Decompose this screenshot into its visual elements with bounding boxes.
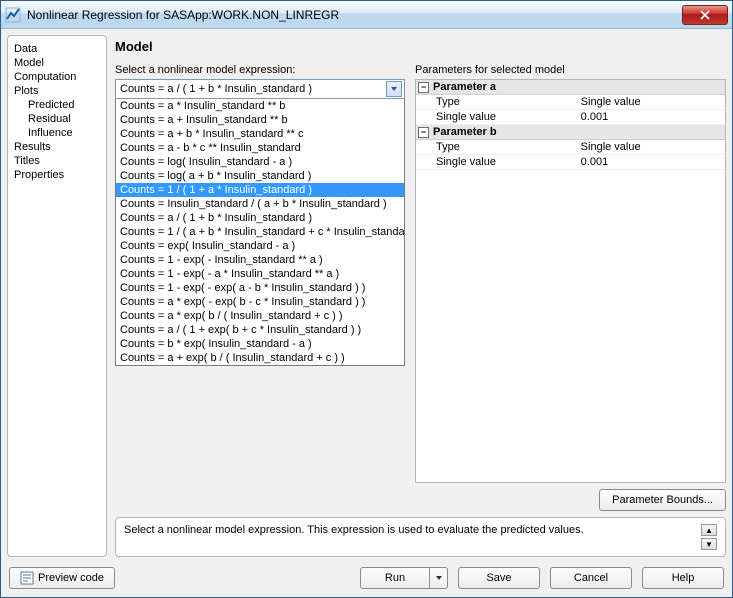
- nav-plots-predicted[interactable]: Predicted: [26, 98, 102, 112]
- collapse-icon[interactable]: −: [418, 82, 429, 93]
- combo-value: Counts = a / ( 1 + b * Insulin_standard …: [120, 83, 386, 95]
- dropdown-option[interactable]: Counts = 1 - exp( - a * Insulin_standard…: [116, 267, 404, 281]
- preview-code-label: Preview code: [38, 572, 104, 584]
- combo-label: Select a nonlinear model expression:: [115, 64, 405, 76]
- save-button[interactable]: Save: [458, 567, 540, 589]
- param-row: TypeSingle value: [416, 95, 725, 110]
- collapse-icon[interactable]: −: [418, 127, 429, 138]
- chevron-down-icon[interactable]: [386, 81, 402, 97]
- hint-text: Select a nonlinear model expression. Thi…: [124, 524, 701, 536]
- model-expression-combo[interactable]: Counts = a / ( 1 + b * Insulin_standard …: [115, 79, 405, 99]
- param-value[interactable]: 0.001: [577, 110, 725, 124]
- parameters-column: Parameters for selected model −Parameter…: [415, 64, 726, 517]
- nav-titles[interactable]: Titles: [12, 154, 102, 168]
- nav-results[interactable]: Results: [12, 140, 102, 154]
- nav-model[interactable]: Model: [12, 56, 102, 70]
- nav-plots-residual[interactable]: Residual: [26, 112, 102, 126]
- dropdown-option[interactable]: Counts = log( Insulin_standard - a ): [116, 155, 404, 169]
- window-title: Nonlinear Regression for SASApp:WORK.NON…: [27, 8, 682, 22]
- dropdown-option[interactable]: Counts = a * Insulin_standard ** b: [116, 99, 404, 113]
- parameters-label: Parameters for selected model: [415, 64, 726, 76]
- param-group-header[interactable]: −Parameter a: [416, 80, 725, 95]
- dropdown-option[interactable]: Counts = exp( Insulin_standard - a ): [116, 239, 404, 253]
- param-row: TypeSingle value: [416, 140, 725, 155]
- hint-spinner: ▲ ▼: [701, 524, 717, 550]
- parameters-grid: −Parameter aTypeSingle valueSingle value…: [415, 79, 726, 483]
- dropdown-option[interactable]: Counts = a / ( 1 + b * Insulin_standard …: [116, 211, 404, 225]
- titlebar: Nonlinear Regression for SASApp:WORK.NON…: [1, 1, 732, 29]
- dropdown-option[interactable]: Counts = a + b * Insulin_standard ** c: [116, 127, 404, 141]
- run-dropdown-arrow[interactable]: [430, 567, 448, 589]
- dropdown-option[interactable]: Counts = a - b * c ** Insulin_standard: [116, 141, 404, 155]
- close-button[interactable]: [682, 5, 728, 25]
- dropdown-option[interactable]: Counts = a + exp( b / ( Insulin_standard…: [116, 351, 404, 365]
- nav-panel: Data Model Computation Plots Predicted R…: [7, 35, 107, 557]
- help-button[interactable]: Help: [642, 567, 724, 589]
- param-row: Single value0.001: [416, 155, 725, 170]
- param-value[interactable]: Single value: [577, 95, 725, 109]
- dropdown-option[interactable]: Counts = a * exp( - exp( b - c * Insulin…: [116, 295, 404, 309]
- bottom-bar: Preview code Run Save Cancel Help: [7, 563, 726, 591]
- preview-icon: [20, 571, 34, 585]
- content: Data Model Computation Plots Predicted R…: [1, 29, 732, 597]
- dropdown-option[interactable]: Counts = 1 / ( a + b * Insulin_standard …: [116, 225, 404, 239]
- model-expression-column: Select a nonlinear model expression: Cou…: [115, 64, 405, 517]
- param-group-label: Parameter a: [433, 81, 496, 93]
- param-key: Single value: [416, 155, 577, 169]
- hint-panel: Select a nonlinear model expression. Thi…: [115, 517, 726, 557]
- dropdown-option[interactable]: Counts = 1 - exp( - Insulin_standard ** …: [116, 253, 404, 267]
- hint-spinner-down[interactable]: ▼: [701, 538, 717, 550]
- cancel-button[interactable]: Cancel: [550, 567, 632, 589]
- param-value[interactable]: 0.001: [577, 155, 725, 169]
- app-icon: [5, 7, 21, 23]
- dropdown-option[interactable]: Counts = log( a + b * Insulin_standard ): [116, 169, 404, 183]
- param-key: Type: [416, 140, 577, 154]
- nav-properties[interactable]: Properties: [12, 168, 102, 182]
- dropdown-option[interactable]: Counts = b * exp( Insulin_standard - a ): [116, 337, 404, 351]
- dropdown-option[interactable]: Counts = a / ( 1 + exp( b + c * Insulin_…: [116, 323, 404, 337]
- run-button[interactable]: Run: [360, 567, 430, 589]
- param-key: Type: [416, 95, 577, 109]
- nav-plots[interactable]: Plots: [12, 84, 102, 98]
- dropdown-option[interactable]: Counts = 1 / ( 1 + a * Insulin_standard …: [116, 183, 404, 197]
- nav-computation[interactable]: Computation: [12, 70, 102, 84]
- nav-data[interactable]: Data: [12, 42, 102, 56]
- dropdown-option[interactable]: Counts = a + Insulin_standard ** b: [116, 113, 404, 127]
- page-heading: Model: [115, 35, 726, 64]
- preview-code-button[interactable]: Preview code: [9, 567, 115, 589]
- param-group-label: Parameter b: [433, 126, 497, 138]
- param-value[interactable]: Single value: [577, 140, 725, 154]
- dropdown-option[interactable]: Counts = a * exp( b / ( Insulin_standard…: [116, 309, 404, 323]
- hint-spinner-up[interactable]: ▲: [701, 524, 717, 536]
- parameter-bounds-button[interactable]: Parameter Bounds...: [599, 489, 726, 511]
- param-key: Single value: [416, 110, 577, 124]
- dropdown-option[interactable]: Counts = 1 - exp( - exp( a - b * Insulin…: [116, 281, 404, 295]
- model-expression-dropdown[interactable]: Counts = a * Insulin_standard ** bCounts…: [115, 99, 405, 366]
- param-row: Single value0.001: [416, 110, 725, 125]
- run-split-button[interactable]: Run: [360, 567, 448, 589]
- param-group-header[interactable]: −Parameter b: [416, 125, 725, 140]
- nav-plots-influence[interactable]: Influence: [26, 126, 102, 140]
- dropdown-option[interactable]: Counts = Insulin_standard / ( a + b * In…: [116, 197, 404, 211]
- main-panel: Model Select a nonlinear model expressio…: [115, 35, 726, 557]
- dialog-window: Nonlinear Regression for SASApp:WORK.NON…: [0, 0, 733, 598]
